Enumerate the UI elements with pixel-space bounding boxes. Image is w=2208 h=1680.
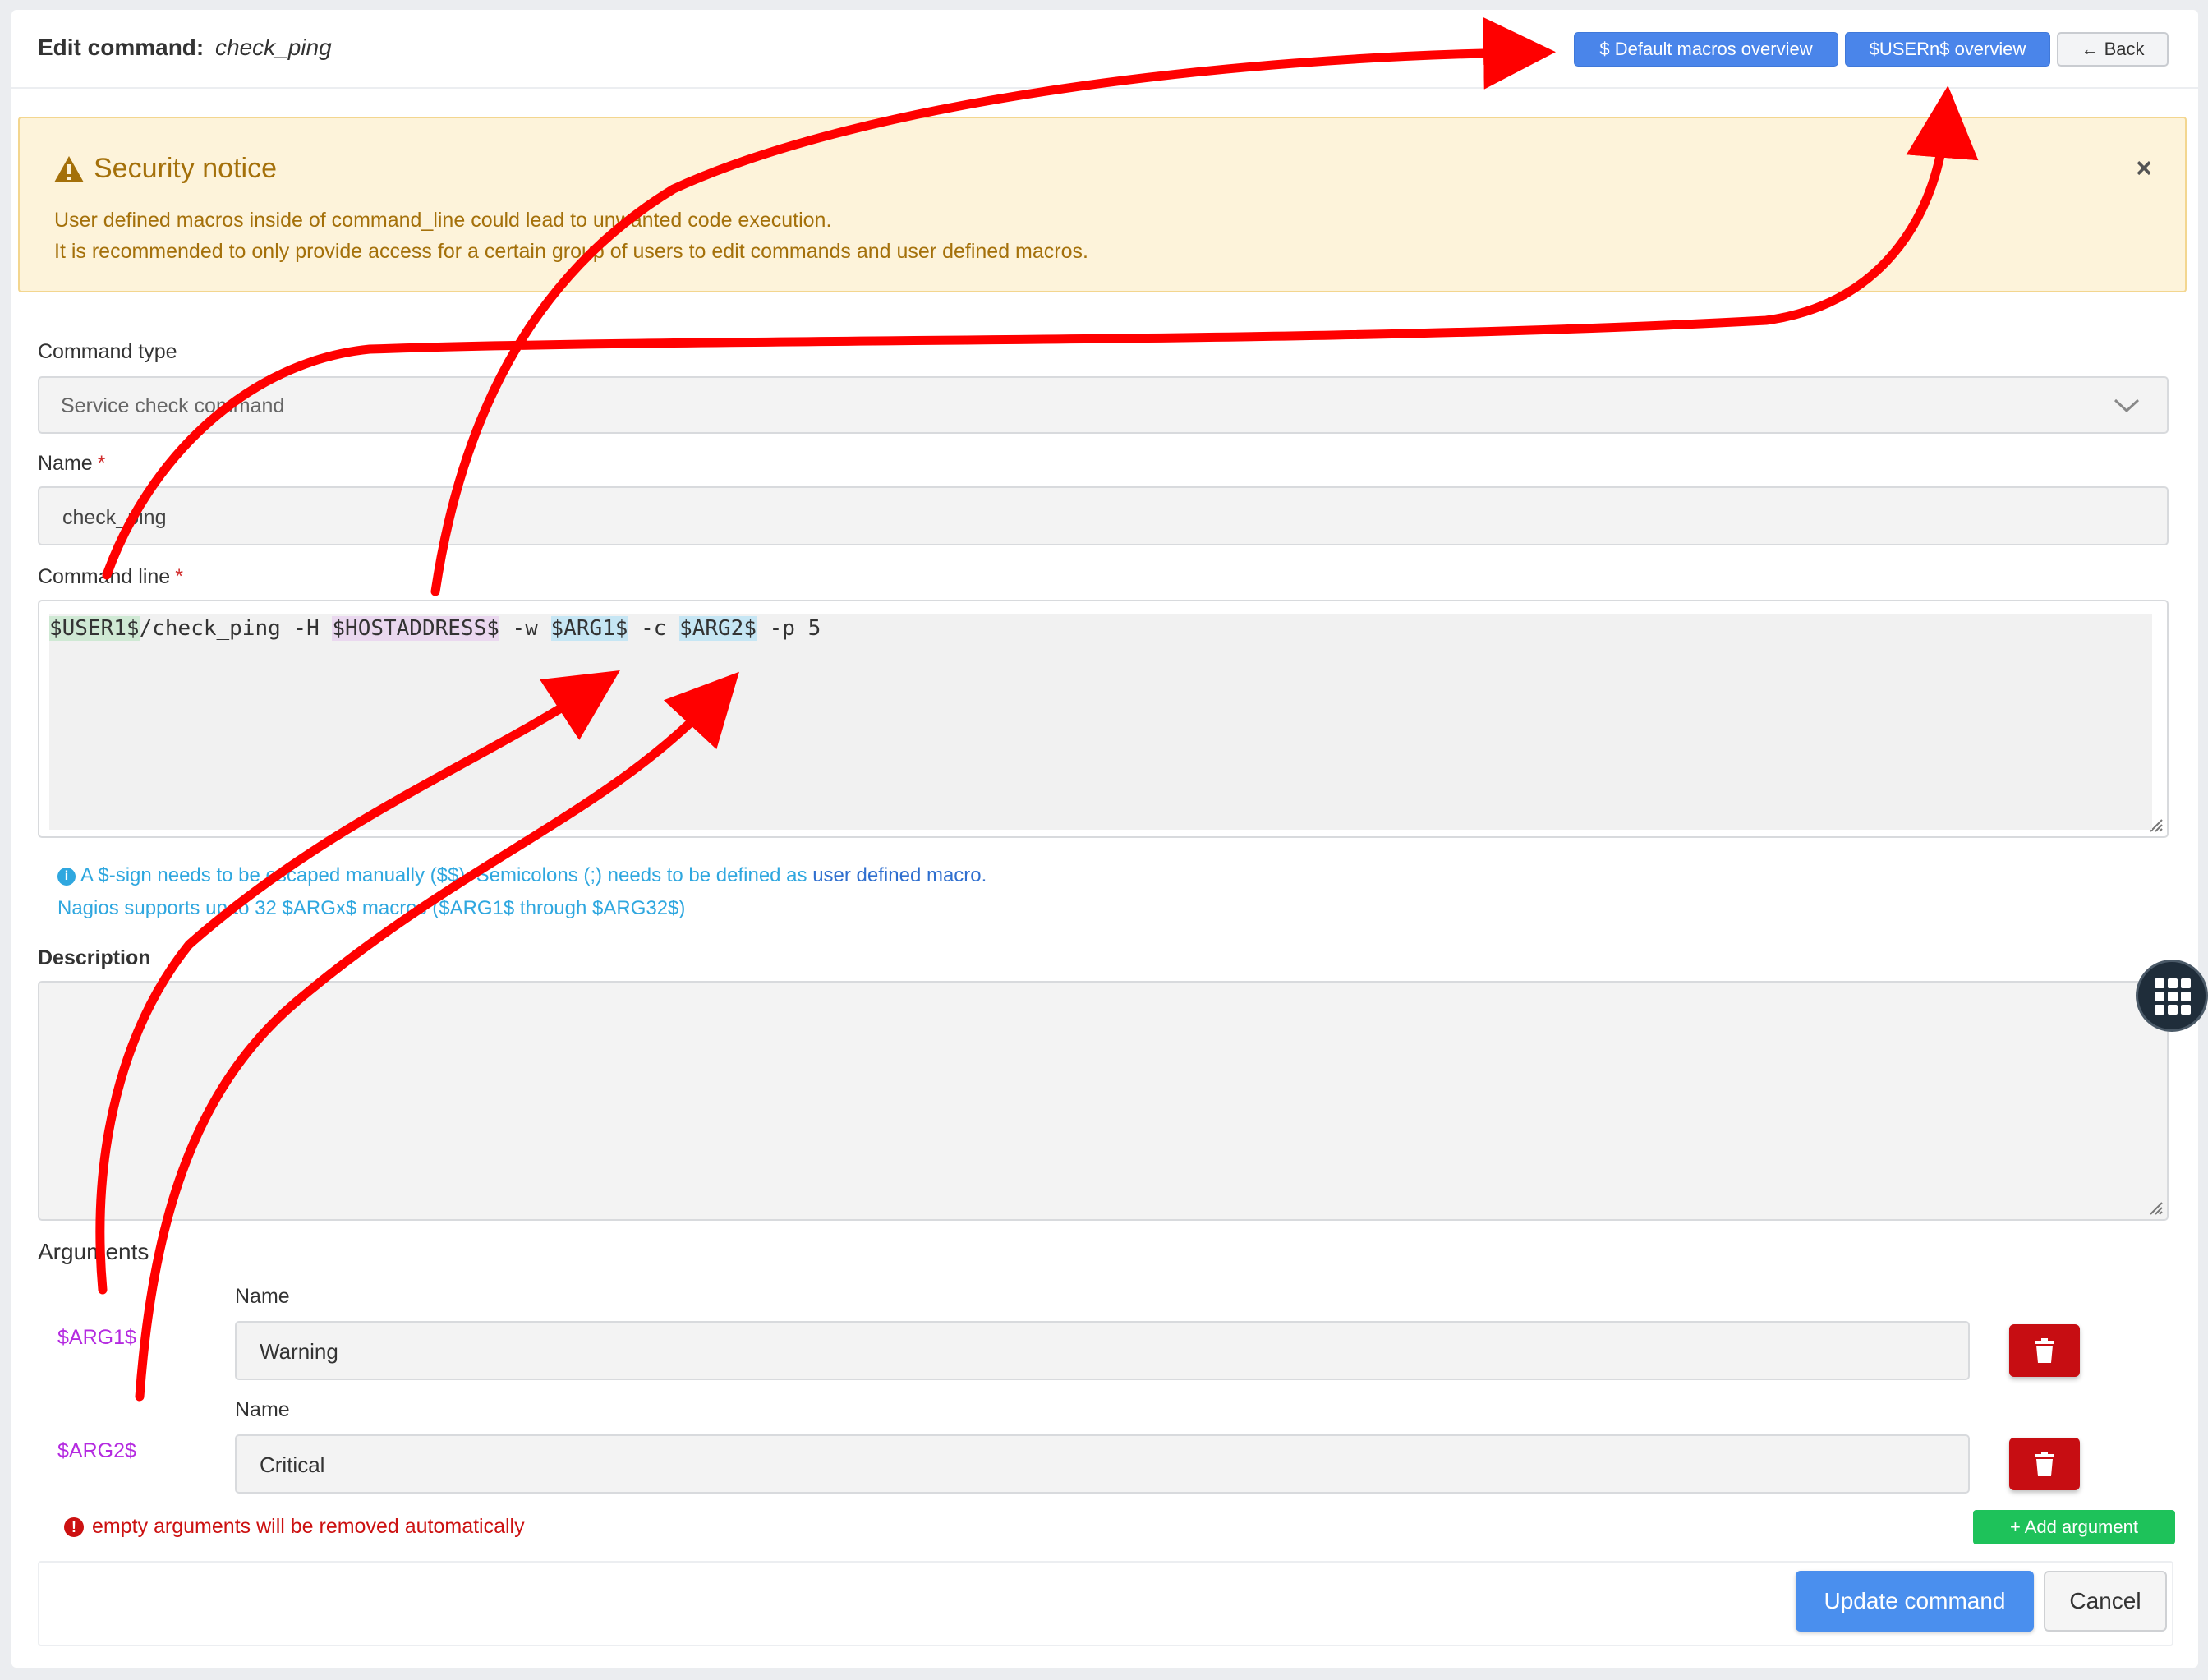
delete-argument-button[interactable] <box>2009 1438 2080 1490</box>
argument-name-label: Name <box>235 1398 290 1421</box>
argument-name-input[interactable]: Critical <box>235 1434 1970 1494</box>
name-value: check_ping <box>62 506 167 529</box>
title-command-name: check_ping <box>215 35 332 60</box>
argument-name-input[interactable]: Warning <box>235 1321 1970 1380</box>
name-label: Name * <box>38 452 106 475</box>
trash-icon <box>2035 1338 2054 1363</box>
notice-line-2: It is recommended to only provide access… <box>54 240 1088 263</box>
update-command-button[interactable]: Update command <box>1796 1571 2034 1632</box>
name-input[interactable]: check_ping <box>38 486 2169 545</box>
argument-macro-arg1: $ARG1$ <box>58 1326 136 1349</box>
usern-overview-button[interactable]: $USERn$ overview <box>1845 32 2050 67</box>
resize-handle-icon[interactable] <box>2146 1198 2164 1216</box>
command-type-label: Command type <box>38 340 177 363</box>
notice-title: Security notice <box>53 153 277 185</box>
default-macros-overview-button[interactable]: $ Default macros overview <box>1574 32 1838 67</box>
back-button[interactable]: ← Back <box>2057 32 2169 67</box>
command-line-label: Command line * <box>38 565 183 588</box>
empty-arguments-warning: ! empty arguments will be removed automa… <box>64 1515 525 1539</box>
notice-line-1: User defined macros inside of command_li… <box>54 209 832 232</box>
trash-icon <box>2035 1452 2054 1476</box>
cmd-part-4: -p 5 <box>756 616 821 641</box>
grid-icon <box>2155 978 2191 1015</box>
command-line-text: $USER1$/check_ping -H $HOSTADDRESS$ -w $… <box>49 616 821 641</box>
description-textarea[interactable] <box>38 981 2169 1221</box>
chevron-down-icon <box>2114 398 2140 413</box>
command-type-value: Service check command <box>61 394 285 417</box>
notice-title-text: Security notice <box>94 153 277 184</box>
card-header: Edit command: check_ping $ Default macro… <box>12 10 2198 89</box>
apps-menu-button[interactable] <box>2136 960 2208 1032</box>
macro-user1: $USER1$ <box>49 616 140 641</box>
macro-arg1: $ARG1$ <box>550 616 628 641</box>
page-title: Edit command: check_ping <box>38 35 332 61</box>
argument-macro-arg2: $ARG2$ <box>58 1439 136 1462</box>
form-footer: Update command Cancel <box>38 1561 2174 1646</box>
user-defined-macro-link[interactable]: user defined macro. <box>812 864 987 886</box>
cmd-part-2: -w <box>499 616 551 641</box>
help-text-escape: iA $-sign needs to be escaped manually (… <box>58 864 987 887</box>
macro-arg2: $ARG2$ <box>679 616 757 641</box>
command-line-area <box>49 614 2152 830</box>
cmd-part-3: -c <box>628 616 680 641</box>
exclamation-icon: ! <box>64 1517 84 1537</box>
warning-icon <box>54 155 84 182</box>
argument-name-label: Name <box>235 1285 290 1308</box>
arguments-label: Arguments <box>38 1239 150 1264</box>
argument-name-value: Critical <box>260 1452 325 1477</box>
close-notice-button[interactable]: × <box>2136 153 2152 185</box>
info-icon: i <box>58 868 76 886</box>
cmd-part-1: /check_ping -H <box>139 616 333 641</box>
cancel-button[interactable]: Cancel <box>2044 1571 2167 1632</box>
title-prefix: Edit command: <box>38 35 205 60</box>
security-notice: Security notice User defined macros insi… <box>18 117 2187 292</box>
add-argument-button[interactable]: + Add argument <box>1973 1510 2175 1544</box>
description-label: Description <box>38 946 151 969</box>
delete-argument-button[interactable] <box>2009 1324 2080 1377</box>
edit-command-card: Edit command: check_ping $ Default macro… <box>12 10 2198 1668</box>
macro-hostaddress: $HOSTADDRESS$ <box>332 616 499 641</box>
command-type-select[interactable]: Service check command <box>38 376 2169 434</box>
help-text-nagios: Nagios supports up to 32 $ARGx$ macros (… <box>58 897 686 919</box>
argument-name-value: Warning <box>260 1339 338 1364</box>
